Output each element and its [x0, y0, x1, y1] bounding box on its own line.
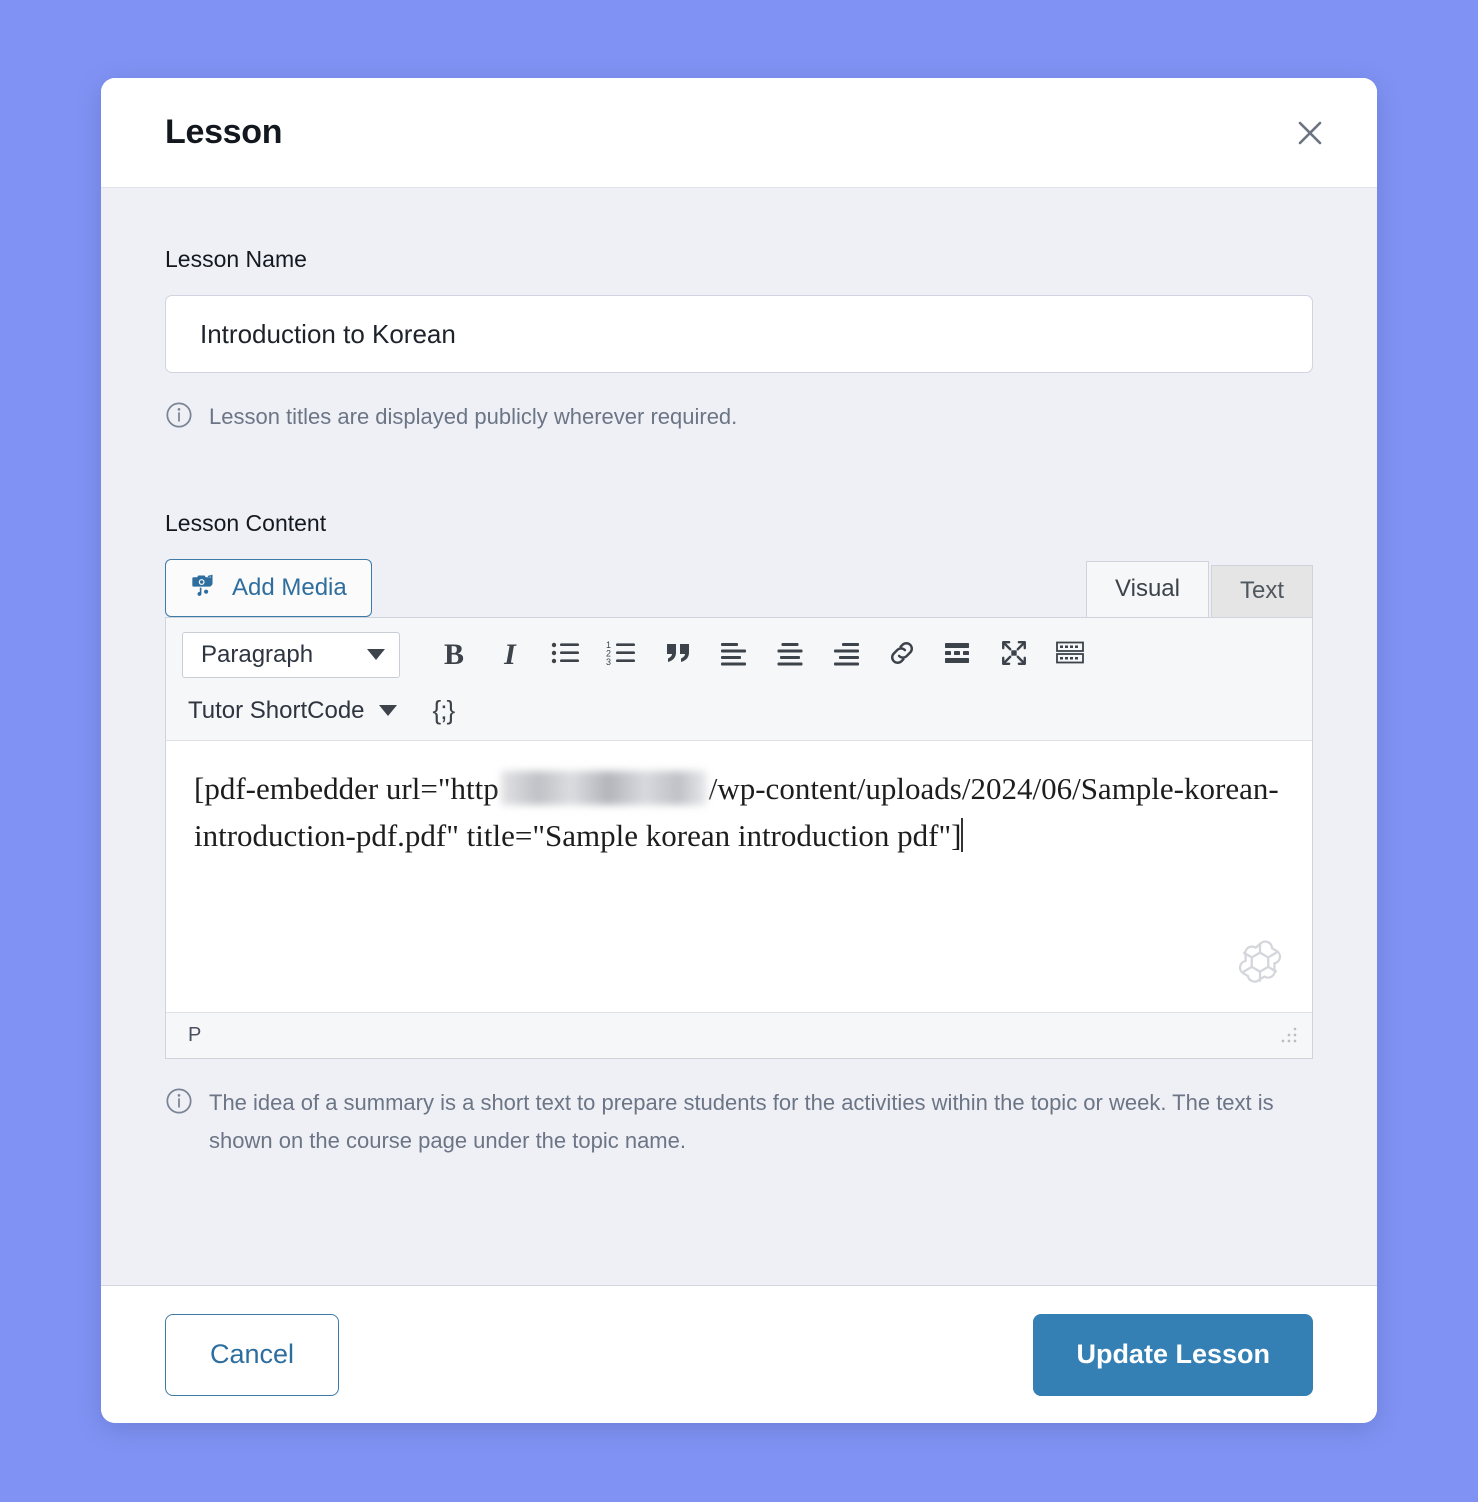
editor-toolbar-row-1: Paragraph B I 1 2 3	[166, 618, 1312, 680]
lesson-content-hint-text: The idea of a summary is a short text to…	[209, 1089, 1274, 1154]
bulleted-list-button[interactable]	[538, 631, 594, 679]
align-left-button[interactable]	[706, 631, 762, 679]
lesson-modal: Lesson Lesson Name Lesson titles are dis…	[101, 78, 1377, 1423]
editor-toolbar-row-2: Tutor ShortCode {;}	[166, 680, 1312, 740]
svg-text:3: 3	[606, 657, 611, 666]
modal-body: Lesson Name Lesson titles are displayed …	[101, 188, 1377, 1286]
editor-mode-tabs: Visual Text	[1086, 560, 1313, 617]
tab-visual[interactable]: Visual	[1086, 560, 1209, 617]
quote-icon	[663, 640, 693, 669]
fullscreen-button[interactable]	[986, 631, 1042, 679]
add-media-label: Add Media	[232, 573, 347, 601]
italic-icon: I	[504, 637, 516, 671]
lesson-content-label: Lesson Content	[165, 509, 327, 536]
cancel-button[interactable]: Cancel	[165, 1313, 340, 1396]
lesson-content-hint: The idea of a summary is a short text to…	[165, 1084, 1313, 1161]
italic-button[interactable]: I	[482, 631, 538, 679]
close-icon	[1295, 118, 1325, 148]
editor-status-bar: P	[166, 1011, 1312, 1058]
media-camera-music-icon	[190, 570, 218, 605]
info-circle-icon	[165, 1087, 193, 1128]
code-snippet-icon: {;}	[432, 695, 456, 725]
editor-box: Paragraph B I 1 2 3 Tutor ShortCode {;} …	[165, 616, 1313, 1059]
insert-link-button[interactable]	[874, 631, 930, 679]
add-media-button[interactable]: Add Media	[165, 558, 372, 617]
editor-shortcode-text: [pdf-embedder url="http/wp-content/uploa…	[194, 765, 1284, 860]
info-circle-icon	[165, 401, 193, 442]
tab-text-label: Text	[1239, 577, 1284, 604]
lesson-name-hint-text: Lesson titles are displayed publicly whe…	[209, 404, 738, 429]
align-right-button[interactable]	[818, 631, 874, 679]
lesson-name-hint: Lesson titles are displayed publicly whe…	[165, 398, 1313, 442]
align-right-icon	[831, 640, 861, 669]
read-more-icon	[943, 640, 973, 669]
text-cursor	[961, 817, 964, 852]
close-button[interactable]	[1287, 110, 1333, 156]
resize-grip-icon[interactable]	[1280, 1026, 1298, 1044]
bold-button[interactable]: B	[426, 631, 482, 679]
editor-content-area[interactable]: [pdf-embedder url="http/wp-content/uploa…	[166, 739, 1312, 1012]
fullscreen-expand-icon	[999, 639, 1029, 670]
tab-text[interactable]: Text	[1210, 564, 1313, 617]
toolbar-toggle-button[interactable]	[1042, 631, 1098, 679]
chevron-down-icon	[378, 705, 397, 716]
editor-path-indicator: P	[188, 1023, 202, 1046]
keyboard-toolbar-icon	[1054, 640, 1086, 669]
paragraph-format-label: Paragraph	[201, 640, 314, 668]
editor-text-part-1: [pdf-embedder url="http	[194, 770, 499, 806]
read-more-button[interactable]	[930, 631, 986, 679]
openai-logo-icon	[1234, 937, 1286, 994]
align-center-button[interactable]	[762, 631, 818, 679]
link-icon	[887, 639, 917, 670]
modal-footer: Cancel Update Lesson	[101, 1286, 1377, 1423]
tutor-shortcode-dropdown[interactable]: Tutor ShortCode	[182, 697, 403, 725]
tab-visual-label: Visual	[1115, 575, 1180, 602]
page-title: Lesson	[165, 113, 283, 151]
align-center-icon	[775, 640, 805, 669]
bold-icon: B	[443, 637, 464, 671]
modal-header: Lesson	[101, 78, 1377, 188]
lesson-name-label: Lesson Name	[165, 246, 307, 272]
editor-topbar: Add Media Visual Text	[165, 558, 1313, 617]
lesson-name-input[interactable]	[165, 295, 1313, 373]
blockquote-button[interactable]	[650, 631, 706, 679]
redacted-url-blur	[500, 770, 707, 805]
paragraph-format-select[interactable]: Paragraph	[182, 631, 400, 678]
numbered-list-button[interactable]: 1 2 3	[594, 631, 650, 679]
numbered-list-icon: 1 2 3	[606, 640, 638, 669]
bulleted-list-icon	[551, 640, 581, 669]
code-snippet-button[interactable]: {;}	[425, 695, 463, 726]
update-lesson-button[interactable]: Update Lesson	[1033, 1313, 1313, 1396]
align-left-icon	[719, 640, 749, 669]
lesson-content-editor: Add Media Visual Text Paragraph B I 1 2 …	[165, 558, 1313, 1059]
tutor-shortcode-label: Tutor ShortCode	[188, 696, 365, 724]
chevron-down-icon	[367, 649, 385, 660]
